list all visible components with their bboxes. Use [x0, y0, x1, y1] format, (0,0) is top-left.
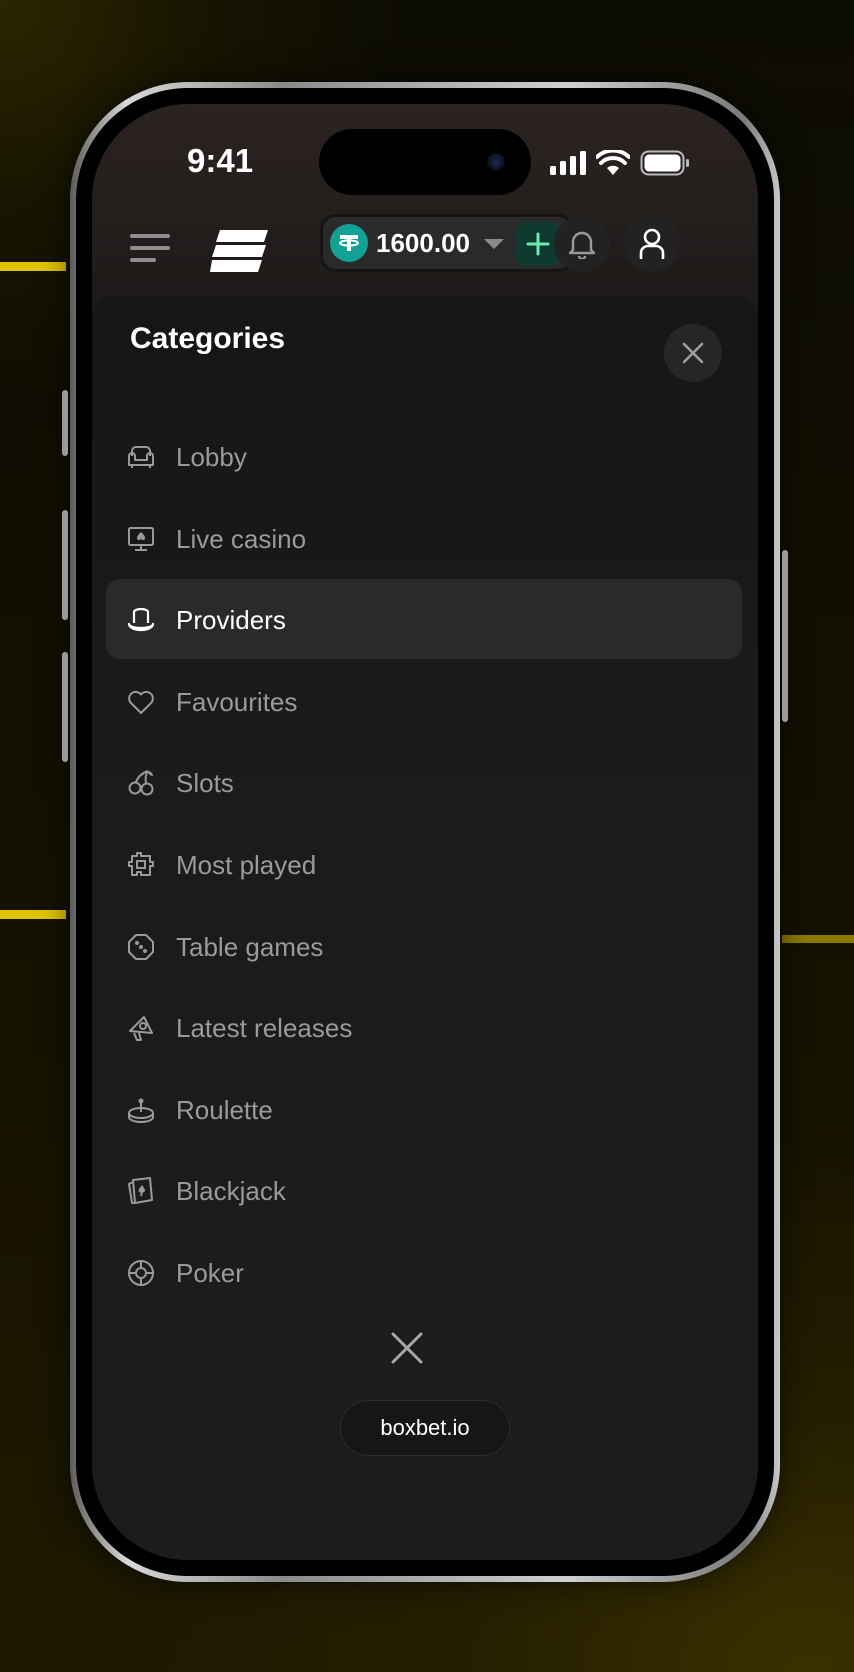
cards-icon — [128, 1177, 153, 1205]
top-hat-icon — [127, 608, 155, 632]
menu-button[interactable] — [130, 234, 170, 262]
roulette-icon — [128, 1098, 154, 1123]
close-icon — [682, 342, 704, 364]
categories-list: Lobby Live casino Providers Favourites S… — [106, 416, 742, 1314]
category-label: Roulette — [176, 1094, 273, 1125]
tether-icon — [330, 224, 368, 262]
megaphone-icon — [129, 1016, 153, 1042]
category-label: Most played — [176, 849, 317, 880]
browser-url-bar[interactable]: boxbet.io — [340, 1400, 510, 1456]
camera-icon — [487, 153, 505, 171]
category-slots[interactable]: Slots — [106, 742, 742, 822]
category-label: Poker — [176, 1257, 244, 1288]
close-menu-icon[interactable] — [389, 1330, 425, 1366]
category-table-games[interactable]: Table games — [106, 906, 742, 986]
phone-power-button — [782, 550, 788, 722]
decor-stripe-left-bottom — [0, 910, 66, 919]
sheet-title: Categories — [130, 322, 286, 355]
category-latest-releases[interactable]: Latest releases — [106, 987, 742, 1067]
armchair-icon — [128, 446, 154, 468]
cherries-icon — [128, 770, 154, 796]
category-label: Providers — [176, 605, 286, 636]
category-label: Latest releases — [176, 1013, 353, 1044]
chevron-down-icon — [484, 239, 504, 249]
signal-icon — [550, 151, 586, 175]
profile-button[interactable] — [624, 216, 680, 272]
category-label: Live casino — [176, 523, 307, 554]
bell-icon — [568, 231, 596, 259]
decor-stripe-left-top — [0, 262, 66, 271]
poker-chip-icon — [128, 1259, 154, 1286]
category-roulette[interactable]: Roulette — [106, 1069, 742, 1149]
category-label: Favourites — [176, 686, 298, 717]
category-providers[interactable]: Providers — [106, 579, 742, 660]
decor-stripe-right — [782, 935, 854, 943]
heart-icon — [128, 690, 154, 714]
category-lobby[interactable]: Lobby — [106, 416, 742, 496]
user-icon — [639, 228, 665, 259]
status-icons — [550, 150, 690, 176]
balance-amount: 1600.00 — [376, 228, 470, 258]
notifications-button[interactable] — [554, 216, 610, 272]
plus-icon — [526, 232, 550, 256]
sheet-close-button[interactable] — [664, 324, 722, 382]
monitor-spade-icon — [128, 526, 154, 551]
puzzle-icon — [128, 851, 154, 876]
wifi-icon — [596, 150, 630, 175]
category-live-casino[interactable]: Live casino — [106, 498, 742, 578]
category-most-played[interactable]: Most played — [106, 824, 742, 904]
category-poker[interactable]: Poker — [106, 1232, 742, 1312]
category-blackjack[interactable]: Blackjack — [106, 1150, 742, 1230]
category-label: Table games — [176, 931, 324, 962]
boxbet-logo[interactable] — [210, 230, 272, 272]
categories-sheet: Categories Lobby Live casino Providers F… — [92, 296, 758, 1560]
dice-icon — [128, 933, 154, 960]
category-favourites[interactable]: Favourites — [106, 661, 742, 741]
status-time: 9:41 — [187, 142, 254, 179]
balance-selector[interactable]: 1600.00 — [320, 214, 574, 272]
phone-volume-up — [62, 510, 68, 620]
category-label: Blackjack — [176, 1176, 286, 1207]
dynamic-island — [319, 129, 531, 195]
category-label: Slots — [176, 768, 234, 799]
battery-icon — [640, 150, 689, 176]
phone-action-button — [62, 390, 68, 456]
phone-volume-down — [62, 652, 68, 762]
category-label: Lobby — [176, 442, 247, 472]
phone-screen: 9:41 1600.00 Categories Lobby Live casin… — [92, 104, 758, 1560]
